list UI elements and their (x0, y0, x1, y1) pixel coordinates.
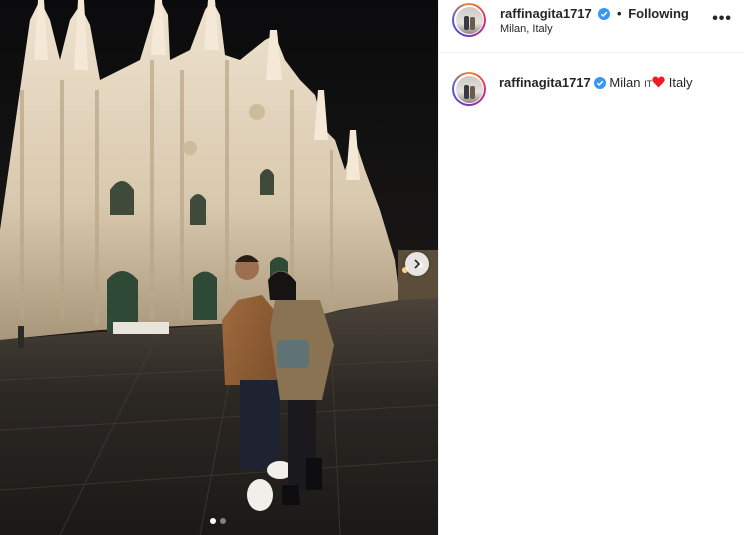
follow-separator: • (617, 6, 622, 21)
caption-avatar[interactable] (452, 72, 486, 106)
verified-badge-icon (593, 77, 606, 89)
post-photo (0, 0, 438, 535)
post-media[interactable] (0, 0, 438, 535)
heart-emoji-icon (652, 76, 665, 88)
caption-username[interactable]: raffinagita1717 (499, 75, 591, 90)
username-text[interactable]: raffinagita1717 (500, 6, 592, 21)
following-button[interactable]: Following (628, 6, 689, 21)
caption-text-after: Italy (668, 75, 693, 90)
chevron-right-icon (414, 259, 421, 269)
post-header: raffinagita1717 • Following Milan, Italy… (439, 0, 744, 53)
more-options-icon[interactable]: ••• (712, 10, 732, 28)
verified-badge-icon (598, 8, 611, 20)
carousel-indicator (210, 518, 226, 524)
username-link[interactable]: raffinagita1717 • Following (500, 6, 689, 21)
avatar[interactable] (452, 3, 486, 37)
carousel-dot (220, 518, 226, 524)
carousel-dot-active (210, 518, 216, 524)
caption-text-before: Milan (609, 75, 641, 90)
location-link[interactable]: Milan, Italy (500, 23, 553, 35)
caption-line: raffinagita1717 Milan IT Italy (499, 75, 693, 90)
italy-flag-icon: IT (644, 79, 653, 89)
carousel-next-button[interactable] (405, 252, 429, 276)
